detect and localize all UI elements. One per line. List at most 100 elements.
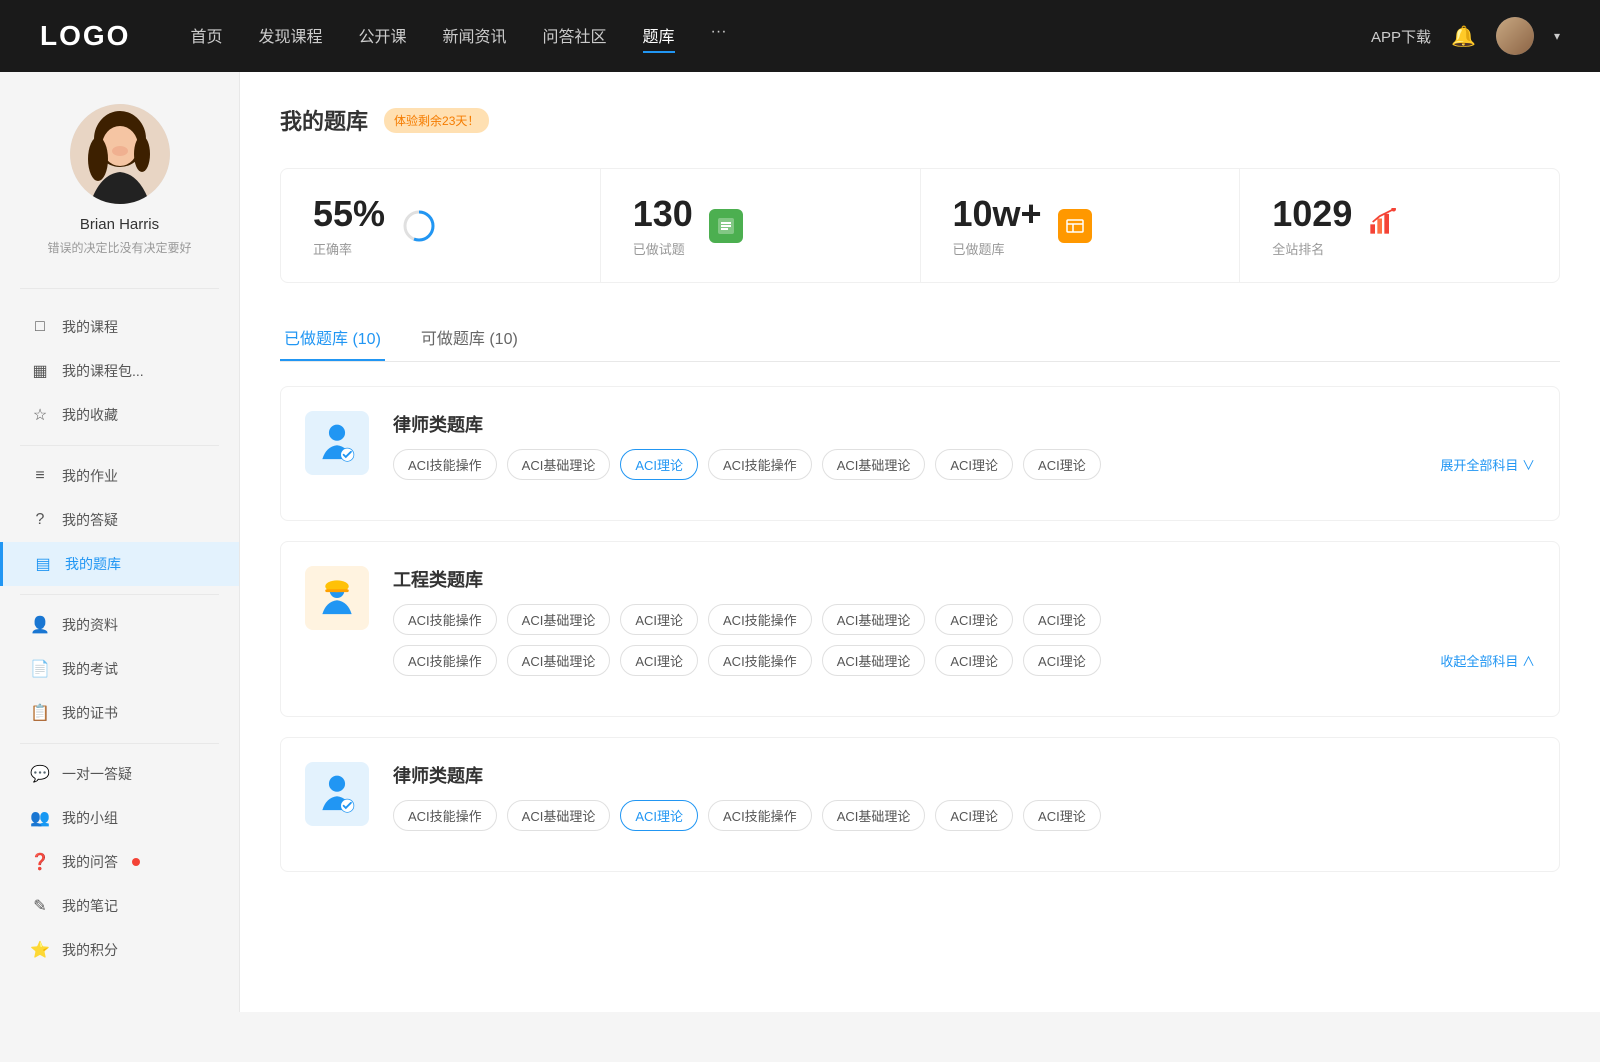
qbank-tags-2-row1: ACI技能操作 ACI基础理论 ACI理论 ACI技能操作 ACI基础理论 AC… <box>393 604 1535 635</box>
exam-icon: 📄 <box>30 659 50 679</box>
qbank-card-1: 律师类题库 ACI技能操作 ACI基础理论 ACI理论 ACI技能操作 ACI基… <box>280 386 1560 521</box>
sidebar-label-courses: 我的课程 <box>62 317 118 337</box>
sidebar-item-notes[interactable]: ✎ 我的笔记 <box>0 884 239 928</box>
tag-2-7[interactable]: ACI理论 <box>1023 604 1101 635</box>
profile-icon: 👤 <box>30 615 50 635</box>
qbank-icon-lawyer-1 <box>305 411 369 475</box>
tag-1-5[interactable]: ACI基础理论 <box>822 449 926 480</box>
sidebar: Brian Harris 错误的决定比没有决定要好 □ 我的课程 ▦ 我的课程包… <box>0 72 240 1012</box>
myqa-icon: ❓ <box>30 852 50 872</box>
tag-1-6[interactable]: ACI理论 <box>935 449 1013 480</box>
sidebar-item-qa[interactable]: ? 我的答疑 <box>0 498 239 542</box>
page-title: 我的题库 <box>280 104 368 136</box>
stat-questions: 130 已做试题 <box>601 169 921 282</box>
qbank-info-1: 律师类题库 ACI技能操作 ACI基础理论 ACI理论 ACI技能操作 ACI基… <box>393 411 1535 480</box>
stat-label-banks: 已做题库 <box>953 239 1042 258</box>
tag-3-1[interactable]: ACI技能操作 <box>393 800 497 831</box>
profile-chevron-icon[interactable]: ▾ <box>1554 29 1560 43</box>
notes-icon: ✎ <box>30 896 50 916</box>
nav-qbank[interactable]: 题库 <box>643 19 675 53</box>
tag-1-1[interactable]: ACI技能操作 <box>393 449 497 480</box>
sidebar-item-group[interactable]: 👥 我的小组 <box>0 796 239 840</box>
user-avatar[interactable] <box>1496 17 1534 55</box>
tag-3-7[interactable]: ACI理论 <box>1023 800 1101 831</box>
stat-rank: 1029 全站排名 <box>1240 169 1559 282</box>
tag-2-r2-3[interactable]: ACI理论 <box>620 645 698 676</box>
user-motto: 错误的决定比没有决定要好 <box>20 239 219 256</box>
sidebar-item-favorites[interactable]: ☆ 我的收藏 <box>0 393 239 437</box>
tag-2-r2-2[interactable]: ACI基础理论 <box>507 645 611 676</box>
tag-2-6[interactable]: ACI理论 <box>935 604 1013 635</box>
logo: LOGO <box>40 20 130 52</box>
tag-2-r2-1[interactable]: ACI技能操作 <box>393 645 497 676</box>
sidebar-item-myqa[interactable]: ❓ 我的问答 <box>0 840 239 884</box>
tab-done[interactable]: 已做题库 (10) <box>280 315 385 361</box>
sidebar-item-coursepack[interactable]: ▦ 我的课程包... <box>0 349 239 393</box>
nav-news[interactable]: 新闻资讯 <box>443 19 507 53</box>
tag-1-3[interactable]: ACI理论 <box>620 449 698 480</box>
nav-qa[interactable]: 问答社区 <box>543 19 607 53</box>
qbank-name-2: 工程类题库 <box>393 566 1535 592</box>
1on1-icon: 💬 <box>30 764 50 784</box>
points-icon: ⭐ <box>30 940 50 960</box>
qbank-tags-1: ACI技能操作 ACI基础理论 ACI理论 ACI技能操作 ACI基础理论 AC… <box>393 449 1535 480</box>
sidebar-label-coursepack: 我的课程包... <box>62 361 144 381</box>
sidebar-item-profile[interactable]: 👤 我的资料 <box>0 603 239 647</box>
sidebar-item-exams[interactable]: 📄 我的考试 <box>0 647 239 691</box>
qbank-icon-engineer <box>305 566 369 630</box>
sidebar-label-qa: 我的答疑 <box>62 510 118 530</box>
qbank-icon: ▤ <box>33 554 53 574</box>
page-header: 我的题库 体验剩余23天！ <box>280 104 1560 136</box>
content-tabs: 已做题库 (10) 可做题库 (10) <box>280 315 1560 362</box>
nav-discover[interactable]: 发现课程 <box>258 19 322 53</box>
tag-2-r2-6[interactable]: ACI理论 <box>935 645 1013 676</box>
stat-label-questions: 已做试题 <box>633 239 693 258</box>
tag-2-5[interactable]: ACI基础理论 <box>822 604 926 635</box>
trial-badge: 体验剩余23天！ <box>384 108 489 133</box>
qbank-info-2: 工程类题库 ACI技能操作 ACI基础理论 ACI理论 ACI技能操作 ACI基… <box>393 566 1535 676</box>
rank-icon <box>1368 208 1396 243</box>
tag-2-3[interactable]: ACI理论 <box>620 604 698 635</box>
qbank-icon-lawyer-3 <box>305 762 369 826</box>
sidebar-item-points[interactable]: ⭐ 我的积分 <box>0 928 239 972</box>
course-icon: □ <box>30 318 50 336</box>
sidebar-item-qbank[interactable]: ▤ 我的题库 <box>0 542 239 586</box>
nav-more[interactable]: ··· <box>711 19 727 53</box>
tag-2-2[interactable]: ACI基础理论 <box>507 604 611 635</box>
sidebar-divider-4 <box>20 743 219 744</box>
sidebar-item-1on1[interactable]: 💬 一对一答疑 <box>0 752 239 796</box>
collapse-btn-2[interactable]: 收起全部科目 ∧ <box>1440 651 1535 670</box>
tag-3-4[interactable]: ACI技能操作 <box>708 800 812 831</box>
tag-2-r2-7[interactable]: ACI理论 <box>1023 645 1101 676</box>
tag-1-4[interactable]: ACI技能操作 <box>708 449 812 480</box>
stat-number-accuracy: 55% 正确率 <box>313 193 385 258</box>
stats-row: 55% 正确率 130 已做试题 <box>280 168 1560 283</box>
sidebar-item-homework[interactable]: ≡ 我的作业 <box>0 454 239 498</box>
qbank-header-1: 律师类题库 ACI技能操作 ACI基础理论 ACI理论 ACI技能操作 ACI基… <box>305 411 1535 480</box>
homework-icon: ≡ <box>30 467 50 485</box>
tag-3-2[interactable]: ACI基础理论 <box>507 800 611 831</box>
nav-opencourse[interactable]: 公开课 <box>358 19 406 53</box>
tag-3-5[interactable]: ACI基础理论 <box>822 800 926 831</box>
app-download-button[interactable]: APP下载 <box>1371 26 1431 47</box>
tag-2-r2-5[interactable]: ACI基础理论 <box>822 645 926 676</box>
expand-btn-1[interactable]: 展开全部科目 ∨ <box>1440 455 1535 474</box>
sidebar-label-homework: 我的作业 <box>62 466 118 486</box>
tag-2-1[interactable]: ACI技能操作 <box>393 604 497 635</box>
navbar: LOGO 首页 发现课程 公开课 新闻资讯 问答社区 题库 ··· APP下载 … <box>0 0 1600 72</box>
sidebar-item-cert[interactable]: 📋 我的证书 <box>0 691 239 735</box>
stat-value-rank: 1029 <box>1272 193 1352 235</box>
cert-icon: 📋 <box>30 703 50 723</box>
nav-home[interactable]: 首页 <box>190 19 222 53</box>
tag-3-3[interactable]: ACI理论 <box>620 800 698 831</box>
tab-available[interactable]: 可做题库 (10) <box>417 315 522 361</box>
tag-3-6[interactable]: ACI理论 <box>935 800 1013 831</box>
tag-1-2[interactable]: ACI基础理论 <box>507 449 611 480</box>
tag-2-r2-4[interactable]: ACI技能操作 <box>708 645 812 676</box>
sidebar-item-courses[interactable]: □ 我的课程 <box>0 305 239 349</box>
tag-2-4[interactable]: ACI技能操作 <box>708 604 812 635</box>
avatar <box>70 104 170 204</box>
main-content: 我的题库 体验剩余23天！ 55% 正确率 <box>240 72 1600 1012</box>
notification-bell[interactable]: 🔔 <box>1451 24 1476 49</box>
tag-1-7[interactable]: ACI理论 <box>1023 449 1101 480</box>
